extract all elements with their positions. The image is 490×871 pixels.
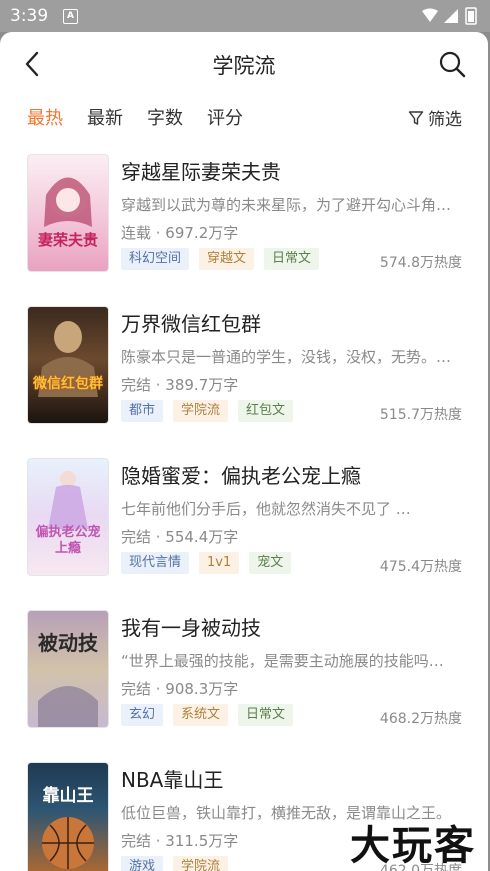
cover-art-icon — [38, 321, 98, 397]
book-heat: 515.7万热度 — [379, 407, 462, 423]
tag[interactable]: 宠文 — [249, 552, 292, 574]
book-item[interactable]: 微信红包群 万界微信红包群 陈豪本只是一普通的学生，没钱，没权，无势。… 完结 … — [0, 296, 488, 448]
tab-word-count[interactable]: 字数 — [147, 104, 183, 130]
page-sheet: 学院流 最热 最新 字数 评分 筛选 妻荣夫贵 穿越星际妻荣夫贵 穿越到以武为尊… — [0, 32, 488, 871]
book-meta: 完结 · 311.5万字 — [121, 832, 239, 850]
cover-title: 妻荣夫贵 — [37, 231, 98, 249]
cover-title: 偏执老公宠上瘾 — [35, 525, 101, 556]
tab-newest[interactable]: 最新 — [87, 104, 123, 130]
book-description: 陈豪本只是一普通的学生，没钱，没权，无势。… — [121, 348, 452, 366]
book-tags: 现代言情 1v1 宠文 — [121, 552, 301, 574]
cover-art-icon — [48, 471, 88, 529]
status-time: 3:39 — [10, 6, 49, 26]
book-title[interactable]: NBA靠山王 — [121, 764, 223, 793]
tag[interactable]: 红包文 — [238, 400, 294, 422]
tag[interactable]: 系统文 — [173, 704, 229, 726]
book-tags: 游戏 学院流 — [121, 856, 238, 871]
cover-title: 微信红包群 — [33, 376, 103, 392]
cover-title: 靠山王 — [42, 786, 94, 806]
book-meta: 连载 · 697.2万字 — [121, 224, 239, 242]
book-title[interactable]: 穿越星际妻荣夫贵 — [121, 156, 281, 185]
book-meta: 完结 · 389.7万字 — [121, 376, 239, 394]
filter-button[interactable]: 筛选 — [408, 105, 462, 130]
book-item[interactable]: 偏执老公宠上瘾 隐婚蜜爱：偏执老公宠上瘾 七年前他们分手后，他就忽然消失不见了 … — [0, 448, 488, 600]
book-meta: 完结 · 908.3万字 — [121, 680, 239, 698]
filter-icon — [408, 110, 424, 125]
book-item[interactable]: 妻荣夫贵 穿越星际妻荣夫贵 穿越到以武为尊的未来星际，为了避开勾心斗角… 连载 … — [0, 144, 488, 296]
sort-tabs: 最热 最新 字数 评分 筛选 — [0, 96, 488, 136]
header: 学院流 — [0, 32, 488, 96]
book-title[interactable]: 万界微信红包群 — [121, 308, 261, 337]
book-heat: 468.2万热度 — [379, 711, 462, 727]
tag[interactable]: 1v1 — [199, 552, 240, 574]
tag[interactable]: 游戏 — [121, 856, 164, 871]
tab-rating[interactable]: 评分 — [207, 104, 243, 130]
search-icon[interactable] — [438, 50, 466, 78]
system-status-icons — [422, 7, 477, 25]
tag[interactable]: 现代言情 — [121, 552, 190, 574]
tab-hottest[interactable]: 最热 — [27, 104, 63, 130]
book-tags: 都市 学院流 红包文 — [121, 400, 303, 422]
book-description: 七年前他们分手后，他就忽然消失不见了 … — [121, 500, 411, 518]
book-title[interactable]: 隐婚蜜爱：偏执老公宠上瘾 — [121, 460, 361, 489]
cover-art-icon — [42, 817, 94, 869]
filter-label: 筛选 — [428, 110, 462, 130]
book-tags: 玄幻 系统文 日常文 — [121, 704, 303, 726]
book-tags: 科幻空间 穿越文 日常文 — [121, 248, 329, 270]
page-title: 学院流 — [212, 54, 276, 78]
book-title[interactable]: 我有一身被动技 — [121, 612, 261, 641]
tag[interactable]: 穿越文 — [199, 248, 255, 270]
tag[interactable]: 日常文 — [238, 704, 294, 726]
tag[interactable]: 学院流 — [173, 856, 229, 871]
status-bar: 3:39 A — [0, 0, 490, 32]
book-cover[interactable]: 偏执老公宠上瘾 — [27, 458, 109, 576]
book-cover[interactable]: 妻荣夫贵 — [27, 154, 109, 272]
tag[interactable]: 玄幻 — [121, 704, 164, 726]
book-heat: 574.8万热度 — [379, 255, 462, 271]
book-heat: 475.4万热度 — [379, 559, 462, 575]
tag[interactable]: 科幻空间 — [121, 248, 190, 270]
tag[interactable]: 日常文 — [264, 248, 320, 270]
book-description: 穿越到以武为尊的未来星际，为了避开勾心斗角… — [121, 196, 452, 214]
cover-title: 被动技 — [38, 631, 98, 655]
book-cover[interactable]: 被动技 — [27, 610, 109, 728]
book-meta: 完结 · 554.4万字 — [121, 528, 239, 546]
watermark-logo: 大玩客 — [350, 822, 476, 869]
book-cover[interactable]: 靠山王 — [27, 762, 109, 871]
book-item[interactable]: 被动技 我有一身被动技 “世界上最强的技能，是需要主动施展的技能吗… 完结 · … — [0, 600, 488, 752]
cover-art-icon — [44, 177, 92, 227]
book-description: “世界上最强的技能，是需要主动施展的技能吗… — [121, 652, 444, 670]
book-cover[interactable]: 微信红包群 — [27, 306, 109, 424]
notification-icon: A — [63, 9, 78, 24]
tag[interactable]: 都市 — [121, 400, 164, 422]
tag[interactable]: 学院流 — [173, 400, 229, 422]
